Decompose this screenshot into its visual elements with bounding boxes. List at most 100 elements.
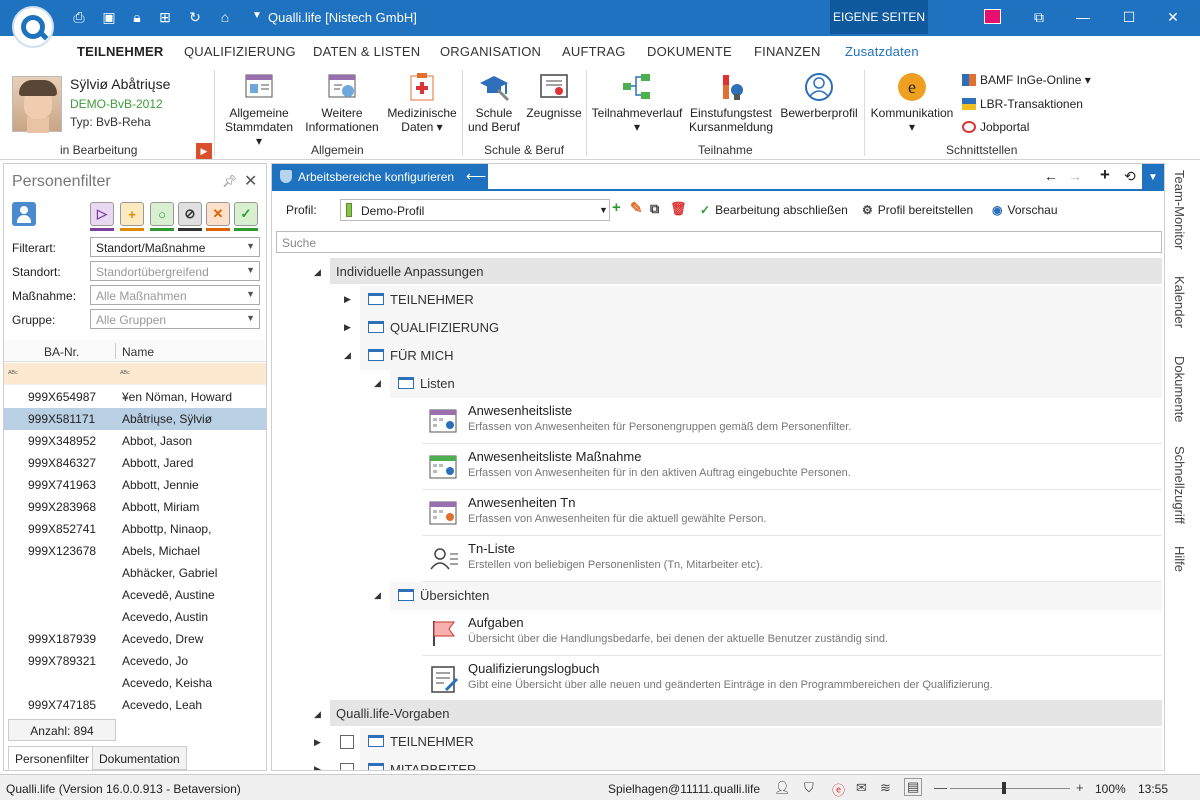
- table-row[interactable]: 999X852741 Abbottp, Ninaop,: [4, 518, 266, 540]
- back-arrow-icon[interactable]: ⟵: [466, 168, 486, 185]
- bewerberprofil-button[interactable]: Bewerberprofil: [777, 72, 861, 120]
- table-row[interactable]: 999X789321 Acevedo, Jo: [4, 650, 266, 672]
- massnahme-select[interactable]: Alle Maßnahmen ▼: [90, 285, 260, 305]
- collapse-icon[interactable]: ◢: [374, 590, 381, 601]
- print-icon[interactable]: ⎙: [70, 8, 88, 26]
- pin-icon[interactable]: 📌︎: [222, 174, 237, 188]
- gruppe-select[interactable]: Alle Gruppen ▼: [90, 309, 260, 329]
- refresh-icon[interactable]: ↻: [186, 8, 204, 26]
- einstufungstest-button[interactable]: Einstufungstest Kursanmeldung: [686, 72, 776, 134]
- vorschau-button[interactable]: ◉ Vorschau: [992, 203, 1058, 217]
- tab-schnellzugriff[interactable]: Schnellzugriff: [1172, 446, 1187, 524]
- arrow-right-icon[interactable]: ▶: [196, 143, 212, 159]
- bamf-button[interactable]: BAMF InGe-Online ▾: [962, 73, 1091, 87]
- shield-icon[interactable]: ⛉: [804, 780, 814, 796]
- tab-finanzen[interactable]: FINANZEN: [754, 44, 821, 59]
- table-row[interactable]: Acevedē, Austine: [4, 584, 266, 606]
- table-row[interactable]: 999X348952 Abbot, Jason: [4, 430, 266, 452]
- nav-forward-icon[interactable]: →: [1068, 168, 1082, 184]
- table-row[interactable]: 999X123678 Abels, Michael: [4, 540, 266, 562]
- section-qualli-vorgaben[interactable]: Qualli.life-Vorgaben: [330, 700, 1162, 726]
- chevron-down-icon[interactable]: ▼: [1142, 164, 1164, 190]
- lock-icon[interactable]: 🔒︎: [128, 8, 146, 26]
- schule-und-beruf-button[interactable]: Schule und Beruf: [465, 72, 523, 134]
- table-row[interactable]: 999X747185 Acevedo, Leah: [4, 694, 266, 716]
- eigene-seiten-button[interactable]: EIGENE SEITEN: [830, 0, 928, 34]
- collapse-icon[interactable]: ◢: [314, 709, 321, 720]
- table-row[interactable]: 999X187939 Acevedo, Drew: [4, 628, 266, 650]
- zoom-out-icon[interactable]: —: [934, 780, 947, 795]
- table-row[interactable]: Acevedo, Austin: [4, 606, 266, 628]
- item-aufgaben[interactable]: Aufgaben Übersicht über die Handlungsbed…: [422, 610, 1162, 656]
- wifi-icon[interactable]: ≋: [880, 780, 891, 796]
- checkbox-teilnehmer[interactable]: [340, 735, 354, 749]
- column-ba-nr[interactable]: BA-Nr.: [44, 345, 79, 359]
- tab-team-monitor[interactable]: Team-Monitor: [1172, 170, 1187, 249]
- medizinische-daten-button[interactable]: Medizinische Daten ▾: [385, 72, 459, 134]
- user-icon[interactable]: [12, 202, 36, 226]
- maximize-button[interactable]: ☐: [1114, 6, 1144, 28]
- zoom-slider-thumb[interactable]: [1002, 782, 1006, 794]
- section-individuelle-anpassungen[interactable]: Individuelle Anpassungen: [330, 258, 1162, 284]
- profil-bereitstellen-button[interactable]: ⚙ Profil bereitstellen: [862, 203, 973, 217]
- collapse-icon[interactable]: ◢: [314, 267, 321, 278]
- tab-arbeitsbereiche[interactable]: Arbeitsbereiche konfigurieren ⟵: [272, 164, 488, 190]
- table-row[interactable]: Abhäcker, Gabriel: [4, 562, 266, 584]
- tab-teilnehmer[interactable]: TEILNEHMER: [75, 44, 165, 69]
- node-mitarbeiter[interactable]: [360, 756, 1162, 770]
- kommunikation-button[interactable]: e Kommunikation ▾: [868, 72, 956, 134]
- delete-icon[interactable]: 🗑︎: [670, 201, 687, 217]
- checkbox-mitarbeiter[interactable]: [340, 763, 354, 770]
- filter-play-button[interactable]: ▷: [90, 202, 114, 226]
- quick-access-dropdown-icon[interactable]: ▼: [252, 10, 262, 21]
- close-icon[interactable]: ✕: [244, 171, 257, 191]
- node-teilnehmer[interactable]: [360, 286, 1162, 314]
- filterart-select[interactable]: Standort/Maßnahme ▼: [90, 237, 260, 257]
- tab-daten-listen[interactable]: DATEN & LISTEN: [313, 44, 420, 59]
- item-anwesenheiten-tn[interactable]: Anwesenheiten Tn Erfassen von Anwesenhei…: [422, 490, 1162, 536]
- item-anwesenheitsliste[interactable]: Anwesenheitsliste Erfassen von Anwesenhe…: [422, 398, 1162, 444]
- app-logo[interactable]: [12, 6, 54, 48]
- expand-icon[interactable]: ▶: [314, 737, 321, 748]
- expand-icon[interactable]: ▶: [344, 294, 351, 305]
- jobportal-button[interactable]: Jobportal: [962, 120, 1029, 134]
- tab-zusatzdaten[interactable]: Zusatzdaten: [845, 44, 919, 59]
- zoom-in-icon[interactable]: +: [1076, 780, 1084, 795]
- lbr-transaktionen-button[interactable]: LBR-Transaktionen: [962, 97, 1083, 111]
- node-vorgaben-teilnehmer[interactable]: [360, 728, 1162, 756]
- toolbox-icon[interactable]: ⊞: [156, 8, 174, 26]
- table-row[interactable]: Acevedo, Keisha: [4, 672, 266, 694]
- tab-auftrag[interactable]: AUFTRAG: [562, 44, 626, 59]
- tab-personenfilter[interactable]: Personenfilter: [8, 746, 97, 770]
- item-anwesenheitsliste-massnahme[interactable]: Anwesenheitsliste Maßnahme Erfassen von …: [422, 444, 1162, 490]
- zeugnisse-button[interactable]: Zeugnisse: [525, 72, 583, 120]
- nav-back-icon[interactable]: ←: [1044, 168, 1058, 184]
- tab-kalender[interactable]: Kalender: [1172, 276, 1187, 328]
- filter-add-button[interactable]: +: [120, 202, 144, 226]
- close-button[interactable]: ✕: [1158, 6, 1188, 28]
- filter-circle-button[interactable]: ○: [150, 202, 174, 226]
- text-filter-icon[interactable]: ᴬᴮᶜ: [8, 369, 18, 378]
- expand-icon[interactable]: ▶: [344, 322, 351, 333]
- home-icon[interactable]: ⌂: [216, 8, 234, 26]
- tab-dokumentation[interactable]: Dokumentation: [92, 746, 187, 770]
- mail-icon[interactable]: ✉: [856, 780, 867, 796]
- avatar[interactable]: [12, 76, 62, 133]
- text-filter-icon[interactable]: ᴬᴮᶜ: [120, 369, 130, 378]
- filter-block-button[interactable]: ⊘: [178, 202, 202, 226]
- collapse-icon[interactable]: ◢: [374, 378, 381, 389]
- save-icon[interactable]: ▣: [100, 8, 118, 26]
- table-row[interactable]: 999X283968 Abbott, Miriam: [4, 496, 266, 518]
- edit-icon[interactable]: ✎: [630, 199, 643, 217]
- allgemeine-stammdaten-button[interactable]: Allgemeine Stammdaten ▾: [224, 72, 294, 148]
- layout-icon[interactable]: ▤: [904, 778, 923, 796]
- search-input[interactable]: Suche: [276, 231, 1162, 253]
- filter-check-button[interactable]: ✓: [234, 202, 258, 226]
- expand-icon[interactable]: ▶: [314, 764, 321, 770]
- tab-hilfe[interactable]: Hilfe: [1172, 546, 1187, 572]
- kommunikation-icon[interactable]: ⓔ: [832, 780, 845, 799]
- item-tn-liste[interactable]: Tn-Liste Erstellen von beliebigen Person…: [422, 536, 1162, 582]
- standort-select[interactable]: Standortübergreifend ▼: [90, 261, 260, 281]
- color-swatch-icon[interactable]: [984, 9, 1001, 24]
- profil-select[interactable]: Demo-Profil ▼: [340, 199, 610, 221]
